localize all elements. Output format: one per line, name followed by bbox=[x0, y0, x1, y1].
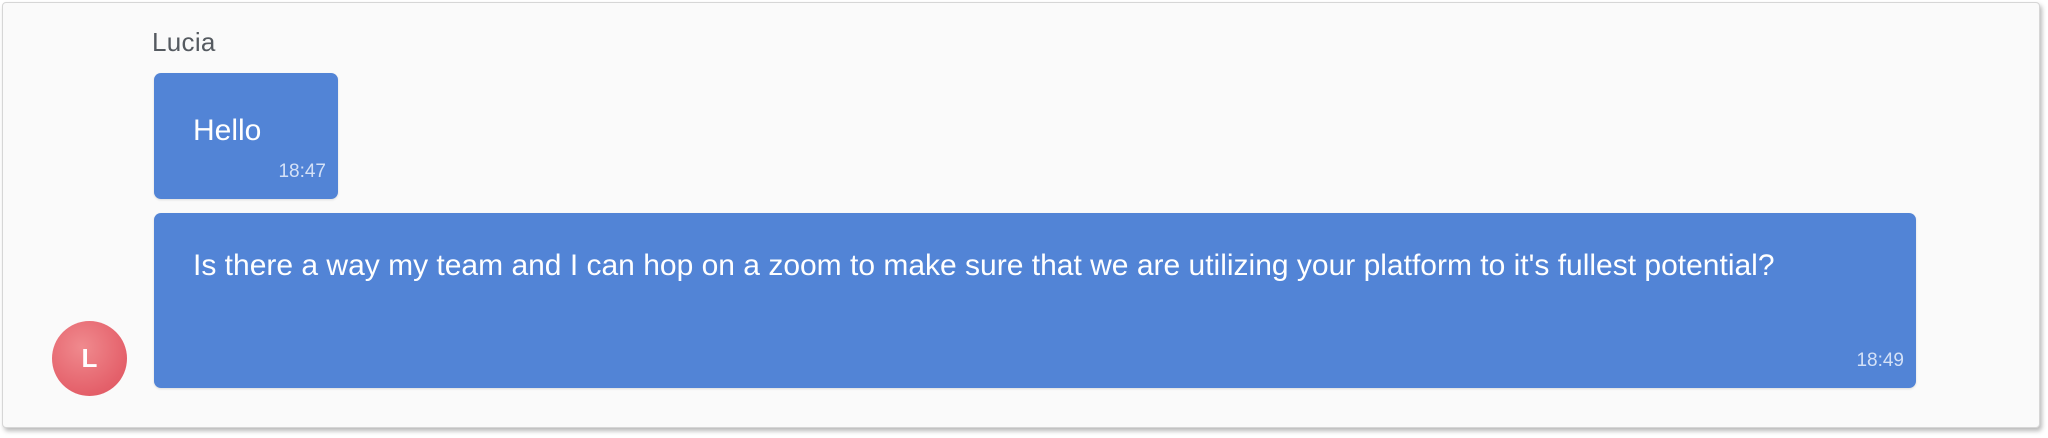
message-text: Is there a way my team and I can hop on … bbox=[193, 249, 1775, 282]
sender-name: Lucia bbox=[152, 27, 216, 57]
message-timestamp: 18:47 bbox=[278, 161, 326, 182]
avatar[interactable]: L bbox=[52, 321, 127, 396]
avatar-initial: L bbox=[81, 343, 98, 373]
chat-panel: Lucia Hello 18:47 Is there a way my team… bbox=[2, 2, 2040, 428]
message-timestamp: 18:49 bbox=[1856, 350, 1904, 371]
message-text: Hello bbox=[193, 114, 262, 147]
message-bubble[interactable]: Is there a way my team and I can hop on … bbox=[154, 213, 1916, 388]
message-bubble[interactable]: Hello 18:47 bbox=[154, 73, 338, 199]
